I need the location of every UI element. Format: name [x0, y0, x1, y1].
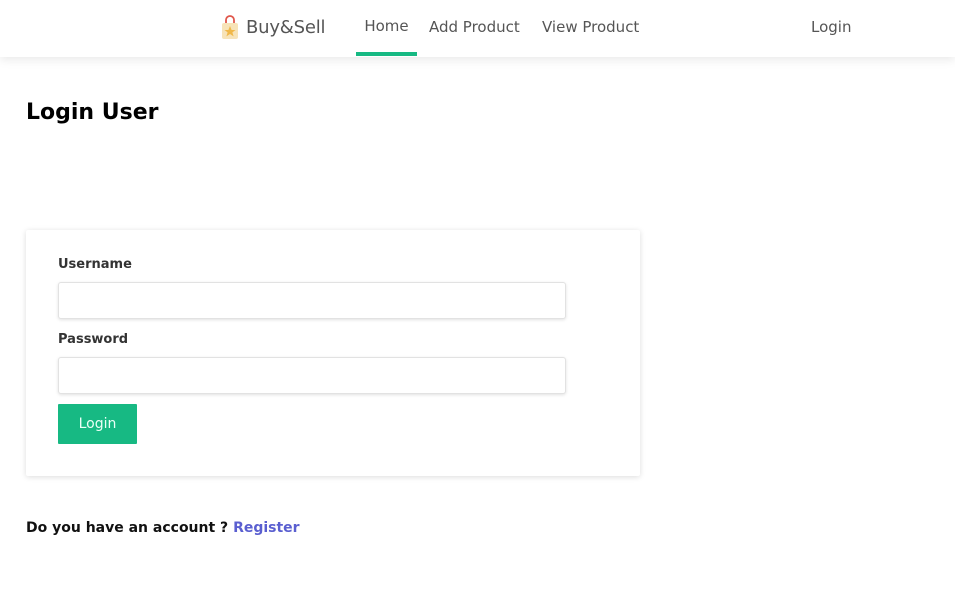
username-label: Username — [58, 257, 132, 272]
login-form-card: Username Password Login — [26, 230, 640, 476]
nav-add-product-link[interactable]: Add Product — [429, 0, 520, 57]
brand-link[interactable]: Buy&Sell — [220, 12, 326, 42]
nav-login-link[interactable]: Login — [811, 0, 851, 57]
register-prompt: Do you have an account ? Register — [26, 520, 300, 536]
brand-name: Buy&Sell — [246, 16, 326, 38]
nav-home-link[interactable]: Home — [356, 0, 417, 57]
login-submit-button[interactable]: Login — [58, 404, 137, 444]
shopping-bag-icon — [222, 15, 238, 39]
password-label: Password — [58, 332, 129, 347]
register-link[interactable]: Register — [233, 520, 300, 536]
top-navbar: Buy&Sell Home Add Product View Product L… — [0, 0, 955, 57]
page-title: Login User — [26, 100, 159, 125]
nav-view-product-link[interactable]: View Product — [542, 0, 639, 57]
username-input[interactable] — [58, 282, 566, 319]
register-prompt-text: Do you have an account ? — [26, 520, 234, 536]
password-input[interactable] — [58, 357, 566, 394]
active-nav-indicator — [356, 52, 417, 56]
